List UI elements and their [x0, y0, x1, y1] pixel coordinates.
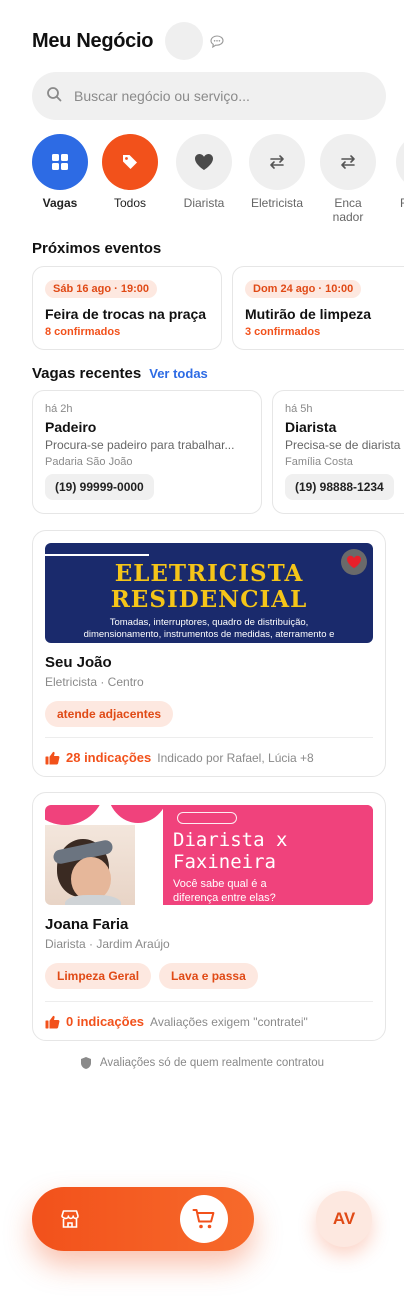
provider-banner-image: Diarista x Faxineira Você sabe qual é a …: [45, 805, 373, 905]
recommendation-row: 0 indicações Avaliações exigem "contrate…: [45, 1001, 373, 1029]
search-placeholder: Buscar negócio ou serviço...: [74, 88, 250, 104]
provider-tag: atende adjacentes: [45, 701, 174, 727]
see-all-link[interactable]: Ver todas: [149, 366, 208, 381]
page-title: Meu Negócio: [32, 29, 154, 52]
trust-note: Avaliações só de quem realmente contrato…: [0, 1056, 404, 1070]
event-date-badge: Dom 24 ago · 10:00: [245, 280, 362, 298]
swap-icon: [396, 134, 404, 190]
category-label: Encanador: [332, 196, 364, 224]
jobs-title: Vagas recentes: [32, 365, 142, 382]
tag-icon: [102, 134, 158, 190]
banner-subtitle-line2: diferença entre elas?: [173, 892, 276, 904]
trust-note-text: Avaliações só de quem realmente contrato…: [99, 1057, 325, 1069]
ornament-icon: [177, 812, 237, 824]
category-label: Diarista: [183, 196, 225, 210]
recommendation-count: 28 indicações: [66, 750, 152, 765]
cart-icon: [192, 1209, 215, 1229]
event-count: 8 confirmados: [45, 326, 121, 338]
banner-panel: Diarista x Faxineira Você sabe qual é a …: [163, 805, 373, 905]
header: Meu Negócio: [32, 22, 225, 60]
chat-icon[interactable]: [209, 33, 225, 49]
shield-icon: [80, 1057, 91, 1069]
banner-title-line1: ELETRICISTA: [114, 560, 304, 587]
category-diarista[interactable]: Diarista: [172, 134, 236, 210]
swap-icon: [320, 134, 376, 190]
banner-subtitle-line2: dimensionamento, instrumentos de medidas…: [83, 629, 335, 640]
banner-subtitle-line1: Você sabe qual é a: [173, 878, 267, 890]
category-label: Eletricista: [250, 196, 303, 210]
job-card[interactable]: há 2h Padeiro Procura-se padeiro para tr…: [32, 390, 262, 514]
job-place: Padaria São João: [45, 456, 133, 468]
provider-name: Joana Faria: [45, 916, 129, 933]
event-card[interactable]: Sáb 16 ago · 19:00 Feira de trocas na pr…: [32, 266, 222, 350]
thumbs-up-icon: [45, 751, 60, 764]
recommendation-row: 28 indicações Indicado por Rafael, Lúcia…: [45, 737, 373, 765]
category-label: Todos: [113, 196, 147, 210]
banner-title-line2: RESIDENCIAL: [110, 586, 308, 613]
cart-button[interactable]: [180, 1195, 228, 1243]
category-eletricista[interactable]: Eletricista: [245, 134, 309, 210]
jobs-header: Vagas recentes Ver todas: [32, 365, 208, 382]
category-encanador[interactable]: Encanador: [318, 134, 378, 224]
provider-name: Seu João: [45, 654, 112, 671]
job-card[interactable]: há 5h Diarista Precisa-se de diarista Fa…: [272, 390, 404, 514]
heart-icon: [176, 134, 232, 190]
job-title: Diarista: [285, 419, 337, 435]
event-card[interactable]: Dom 24 ago · 10:00 Mutirão de limpeza 3 …: [232, 266, 404, 350]
event-name: Feira de trocas na praça: [45, 306, 207, 322]
job-place: Família Costa: [285, 456, 353, 468]
job-phone-button[interactable]: (19) 98888-1234: [285, 474, 394, 500]
jobs-list: há 2h Padeiro Procura-se padeiro para tr…: [32, 390, 404, 514]
thumbs-up-icon: [45, 1015, 60, 1028]
event-count: 3 confirmados: [245, 326, 321, 338]
category-list: Vagas Todos Diarista Eletricista Encanad…: [32, 134, 404, 230]
banner-subtitle-line1: Tomadas, interruptores, quadro de distri…: [109, 617, 309, 628]
bottom-nav-bar: [32, 1187, 254, 1251]
provider-category: Diarista · Jardim Araújo: [45, 937, 170, 951]
event-name: Mutirão de limpeza: [245, 306, 372, 322]
banner-title-line2: Faxineira: [173, 851, 276, 873]
job-time: há 5h: [285, 403, 313, 415]
category-label: F: [400, 196, 404, 210]
store-button[interactable]: [58, 1207, 82, 1231]
provider-info: Joana Faria Diarista · Jardim Araújo Lim…: [45, 916, 373, 989]
search-input[interactable]: Buscar negócio ou serviço...: [32, 72, 386, 120]
job-phone-button[interactable]: (19) 99999-0000: [45, 474, 154, 500]
job-time: há 2h: [45, 403, 73, 415]
event-date-badge: Sáb 16 ago · 19:00: [45, 280, 157, 298]
header-avatar[interactable]: [165, 22, 204, 60]
provider-banner-image: ELETRICISTA RESIDENCIAL Tomadas, interru…: [45, 543, 373, 643]
job-description: Procura-se padeiro para trabalhar...: [45, 438, 235, 452]
category-vagas[interactable]: Vagas: [32, 134, 92, 210]
provider-info: Seu João Eletricista · Centro atende adj…: [45, 654, 373, 727]
heart-icon: [347, 555, 361, 569]
grid-icon: [32, 134, 88, 190]
provider-card[interactable]: ELETRICISTA RESIDENCIAL Tomadas, interru…: [32, 530, 386, 777]
provider-tags: atende adjacentes: [45, 701, 373, 727]
recommendation-note: Indicado por Rafael, Lúcia +8: [157, 750, 314, 765]
favorite-button[interactable]: [341, 549, 367, 575]
profile-avatar-button[interactable]: AV: [316, 1191, 372, 1247]
category-todos[interactable]: Todos: [98, 134, 162, 210]
provider-category: Eletricista · Centro: [45, 675, 144, 689]
swap-icon: [249, 134, 305, 190]
banner-title-line1: Diarista x: [173, 829, 288, 851]
events-title: Próximos eventos: [32, 240, 162, 257]
job-title: Padeiro: [45, 419, 97, 435]
recommendation-note: Avaliações exigem "contratei": [150, 1014, 308, 1029]
provider-card[interactable]: Diarista x Faxineira Você sabe qual é a …: [32, 792, 386, 1041]
photo-woman: [45, 825, 135, 905]
category-label: Vagas: [42, 196, 78, 210]
provider-tag: Lava e passa: [159, 963, 258, 989]
search-icon: [46, 86, 62, 107]
banner-line: [45, 554, 149, 556]
category-more[interactable]: F: [392, 134, 404, 210]
provider-tag: Limpeza Geral: [45, 963, 152, 989]
provider-tags: Limpeza Geral Lava e passa: [45, 963, 373, 989]
store-icon: [61, 1210, 79, 1228]
recommendation-count: 0 indicações: [66, 1014, 145, 1029]
events-list: Sáb 16 ago · 19:00 Feira de trocas na pr…: [32, 266, 404, 350]
job-description: Precisa-se de diarista: [285, 438, 401, 452]
